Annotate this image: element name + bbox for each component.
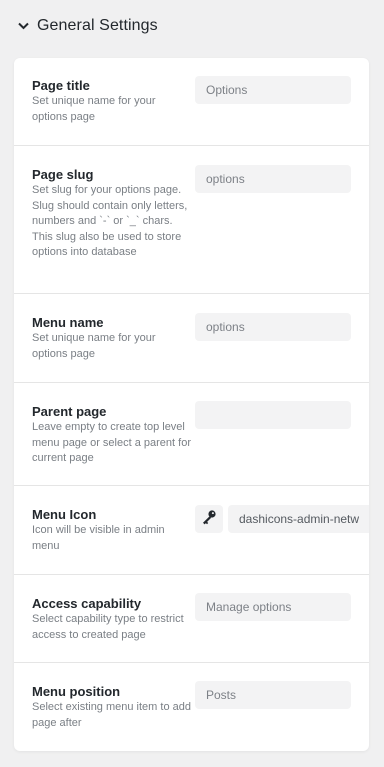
setting-row-page-title: Page title Set unique name for your opti…: [14, 58, 369, 146]
setting-row-parent-page: Parent page Leave empty to create top le…: [14, 383, 369, 486]
setting-label: Access capability: [32, 596, 142, 611]
setting-label: Parent page: [32, 404, 107, 419]
page-slug-input[interactable]: options: [195, 165, 351, 193]
menu-name-input[interactable]: options: [195, 313, 351, 341]
settings-card: Page title Set unique name for your opti…: [14, 58, 369, 751]
section-title: General Settings: [37, 17, 158, 34]
setting-description: Select capability type to restrict acces…: [32, 613, 184, 641]
setting-label: Menu position: [32, 684, 121, 699]
setting-row-access-capability: Access capability Select capability type…: [14, 575, 369, 663]
setting-description: Set unique name for your options page: [32, 95, 156, 123]
menu-icon-input[interactable]: dashicons-admin-netw: [228, 505, 369, 533]
page-title-input[interactable]: Options: [195, 76, 351, 104]
menu-position-select[interactable]: Posts: [195, 681, 351, 709]
setting-row-menu-position: Menu position Select existing menu item …: [14, 663, 369, 751]
setting-description: Set unique name for your options page: [32, 332, 156, 360]
setting-label: Menu name: [32, 315, 104, 330]
setting-label: Menu Icon: [32, 507, 97, 522]
setting-row-menu-icon: Menu Icon Icon will be visible in admin …: [14, 486, 369, 575]
setting-description: Set slug for your options page. Slug sho…: [32, 184, 188, 258]
general-settings-toggle[interactable]: General Settings: [17, 17, 158, 35]
chevron-down-icon: [17, 20, 29, 32]
access-capability-select[interactable]: Manage options: [195, 593, 351, 621]
icon-picker-button[interactable]: [195, 505, 223, 533]
parent-page-select[interactable]: [195, 401, 351, 429]
key-icon: [201, 509, 217, 530]
setting-description: Icon will be visible in admin menu: [32, 524, 165, 552]
setting-row-menu-name: Menu name Set unique name for your optio…: [14, 294, 369, 383]
setting-description: Select existing menu item to add page af…: [32, 701, 191, 729]
setting-label: Page title: [32, 78, 90, 93]
setting-row-page-slug: Page slug Set slug for your options page…: [14, 146, 369, 294]
setting-description: Leave empty to create top level menu pag…: [32, 421, 191, 464]
setting-label: Page slug: [32, 167, 94, 182]
